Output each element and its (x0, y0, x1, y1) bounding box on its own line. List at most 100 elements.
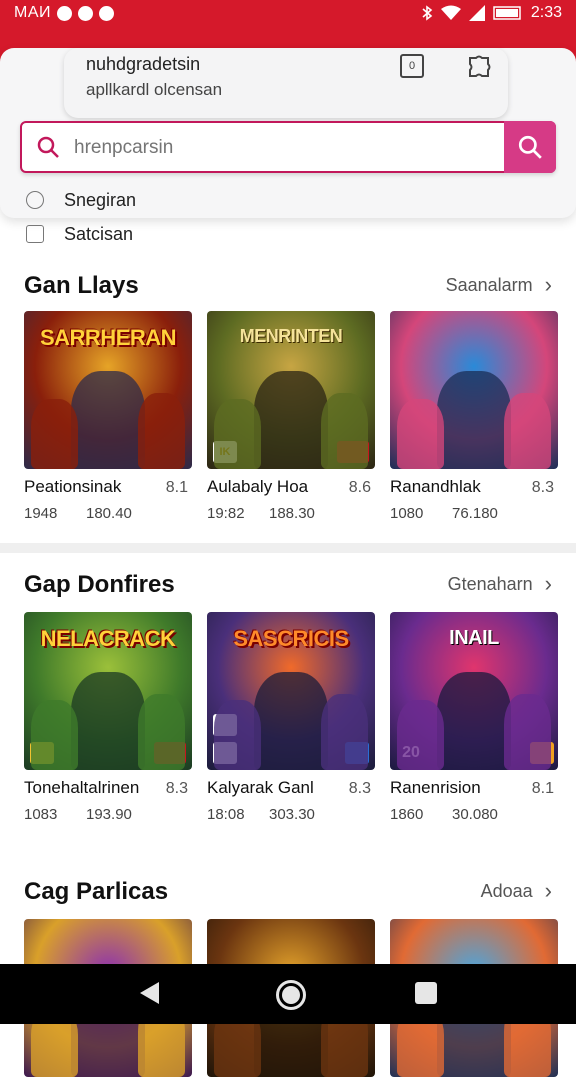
see-all-link[interactable]: Adoaa › (481, 878, 552, 904)
character-silhouette (71, 672, 145, 770)
section-title: Cag Parlicas (24, 878, 169, 905)
character-silhouette (437, 672, 511, 770)
game-stat: 180.40 (86, 505, 132, 522)
tab-switcher-icon[interactable]: 0 (400, 54, 424, 78)
game-card[interactable]: SARRHERAN Peationsinak 8.1 1948 180.40 (24, 311, 192, 522)
game-stat: 1860 (390, 806, 424, 823)
game-name: Ranenrision (390, 778, 481, 797)
game-card[interactable]: NELACRACK Tonehaltalrinen 8.3 1083 193.9… (24, 612, 192, 823)
suggestion-item[interactable]: Snegiran (26, 187, 136, 213)
see-all-label: Adoaa (480, 880, 533, 901)
see-all-label: Saanalarm (445, 274, 533, 295)
character-silhouette (396, 399, 444, 469)
game-thumbnail (390, 311, 558, 469)
chevron-right-icon: › (544, 272, 552, 297)
game-art-title: NELACRACK (40, 626, 176, 651)
game-thumbnail: SARRHERAN (24, 311, 192, 469)
search-input[interactable] (72, 123, 506, 173)
character-silhouette (254, 371, 328, 469)
game-stat: 1080 (390, 505, 424, 522)
game-stat: 18:08 (207, 806, 245, 823)
game-art-title: SARRHERAN (39, 325, 177, 350)
see-all-link[interactable]: Gtenaharn › (448, 571, 552, 597)
game-stat: 19:82 (207, 505, 245, 522)
status-time: 2:33 (530, 4, 562, 21)
section-title: Gap Donfires (24, 571, 175, 598)
character-silhouette (30, 399, 78, 469)
game-card[interactable]: SASCRICIS Kalyarak Ganl 8.3 18:08 303.30 (207, 612, 375, 823)
game-art-title: SASCRICIS (233, 626, 349, 651)
character-silhouette (138, 393, 186, 469)
status-carrier-text: MAИ (14, 4, 51, 21)
character-silhouette (321, 393, 369, 469)
game-name: Kalyarak Ganl (207, 778, 314, 797)
tab-suggestion-card[interactable]: nuhdgradetsin apllkardl olcensan 0 (64, 48, 508, 118)
page-icon (26, 225, 44, 243)
game-stat: 193.90 (86, 806, 132, 823)
game-thumbnail: SASCRICIS (207, 612, 375, 770)
game-stat: 1948 (24, 505, 58, 522)
search-icon (518, 135, 542, 159)
character-silhouette (138, 694, 186, 770)
signal-icon (468, 5, 485, 21)
bluetooth-icon (422, 5, 433, 21)
back-icon[interactable] (140, 982, 159, 1004)
see-all-link[interactable]: Saanalarm › (446, 272, 552, 298)
recents-icon[interactable] (415, 982, 437, 1004)
search-bar (20, 121, 556, 173)
game-stat: 76.180 (452, 505, 498, 522)
suggestion-label: Snegiran (64, 189, 137, 210)
game-thumbnail: INAIL 20 (390, 612, 558, 770)
system-navigation-bar (0, 964, 576, 1024)
character-silhouette (437, 371, 511, 469)
section-title: Gan Llays (24, 272, 139, 299)
notification-icon (57, 5, 72, 21)
character-silhouette (321, 694, 369, 770)
game-name: Ranandhlak (390, 477, 481, 496)
history-icon (26, 191, 44, 209)
character-silhouette (504, 694, 552, 770)
game-name: Aulabaly Hoa (207, 477, 309, 496)
game-rating: 8.1 (531, 780, 554, 797)
character-silhouette (504, 393, 552, 469)
section-divider (0, 543, 576, 553)
game-card[interactable]: MENRINTEN IK Aulabaly Hoa 8.6 19:82 188.… (207, 311, 375, 522)
character-silhouette (254, 672, 328, 770)
wifi-icon (440, 5, 461, 20)
tab-subtitle: apllkardl olcensan (86, 80, 223, 99)
chevron-right-icon: › (544, 878, 552, 903)
game-stat: 30.080 (452, 806, 498, 823)
game-card[interactable]: INAIL 20 Ranenrision 8.1 1860 30.080 (390, 612, 558, 823)
suggestion-label: Satcisan (64, 223, 134, 244)
game-rating: 8.3 (165, 780, 188, 797)
see-all-label: Gtenaharn (447, 573, 533, 594)
game-rating: 8.3 (531, 479, 554, 496)
game-name: Peationsinak (24, 477, 122, 496)
chevron-right-icon: › (544, 571, 552, 596)
search-icon (37, 136, 59, 158)
character-silhouette (396, 700, 444, 770)
notification-icon (78, 5, 93, 21)
tab-title: nuhdgradetsin (86, 54, 201, 74)
character-silhouette (71, 371, 145, 469)
game-thumbnail: NELACRACK (24, 612, 192, 770)
game-stat: 1083 (24, 806, 58, 823)
status-bar: MAИ 2:33 (0, 0, 576, 26)
search-button[interactable] (504, 121, 556, 173)
character-silhouette (213, 700, 261, 770)
game-stat: 303.30 (269, 806, 315, 823)
character-silhouette (213, 399, 261, 469)
game-thumbnail: MENRINTEN IK (207, 311, 375, 469)
home-circle-icon[interactable] (276, 980, 306, 1010)
game-rating: 8.1 (165, 479, 188, 496)
battery-icon (493, 6, 521, 20)
game-stat: 188.30 (269, 505, 315, 522)
suggestion-item[interactable]: Satcisan (26, 221, 133, 247)
game-art-title: MENRINTEN (239, 326, 343, 346)
game-art-title: INAIL (449, 627, 499, 649)
puzzle-icon[interactable] (466, 54, 492, 80)
character-silhouette (30, 700, 78, 770)
game-rating: 8.6 (348, 479, 371, 496)
game-card[interactable]: Ranandhlak 8.3 1080 76.180 (390, 311, 558, 522)
notification-icon (99, 5, 114, 21)
